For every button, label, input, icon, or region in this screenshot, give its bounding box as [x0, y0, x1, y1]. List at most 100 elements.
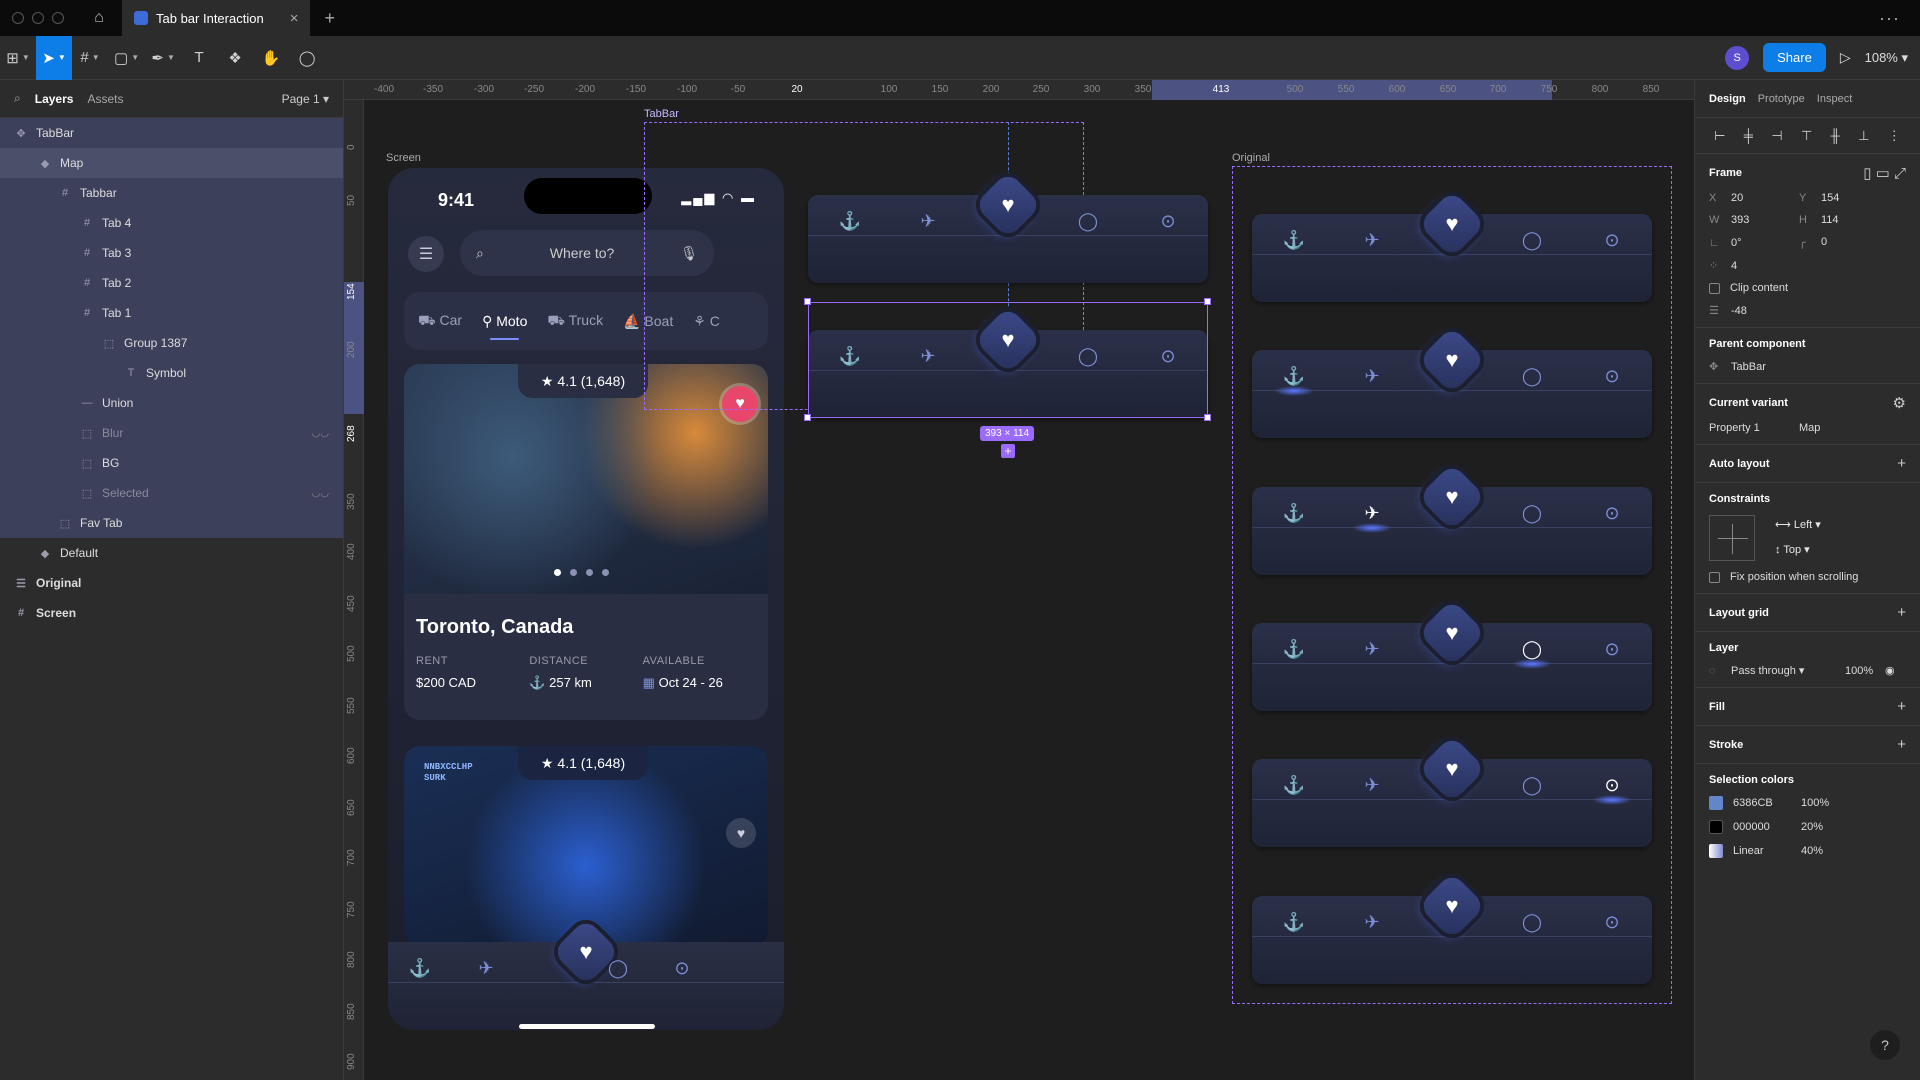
search-icon[interactable]: ⌕ [14, 91, 21, 106]
align-bottom-icon[interactable]: ⊥ [1858, 128, 1869, 144]
color-swatch[interactable] [1709, 796, 1723, 810]
radius-field[interactable]: ╭ 0 [1799, 236, 1889, 249]
layer-row[interactable]: ⬚ Fav Tab [0, 508, 343, 538]
category-moto[interactable]: ⚲ Moto [482, 313, 527, 340]
add-variant-button[interactable]: + [1001, 444, 1015, 458]
chat-bubble-icon[interactable]: ◯ [1518, 773, 1546, 797]
tabbar-component-label[interactable]: TabBar [644, 108, 679, 120]
color-row[interactable]: 6386CB 100% [1709, 796, 1906, 810]
align-left-icon[interactable]: ⊢ [1714, 128, 1725, 144]
color-swatch[interactable] [1709, 820, 1723, 834]
page-selector[interactable]: Page 1 ▾ [282, 92, 329, 106]
new-tab-button[interactable]: + [324, 8, 335, 29]
components-icon[interactable]: ❖ [217, 36, 253, 80]
airplane-icon[interactable]: ✈ [472, 956, 500, 980]
shape-tool-icon[interactable]: ▢ ▼ [108, 36, 145, 80]
color-swatch[interactable] [1709, 844, 1723, 858]
chat-bubble-icon[interactable]: ◯ [1512, 637, 1552, 669]
tab-prototype[interactable]: Prototype [1758, 93, 1805, 105]
more-dots-icon[interactable]: ⊙ [668, 956, 696, 980]
tabbar-original-3[interactable]: ⚓ ✈ ♥ ◯ ⊙ [1252, 463, 1652, 575]
add-stroke-icon[interactable]: + [1897, 736, 1906, 753]
layer-row[interactable]: — Union [0, 388, 343, 418]
tab-layers[interactable]: Layers [35, 92, 74, 106]
help-button[interactable]: ? [1870, 1030, 1900, 1060]
tabbar-original-6[interactable]: ⚓ ✈ ♥ ◯ ⊙ [1252, 872, 1652, 984]
align-right-icon[interactable]: ⊣ [1771, 128, 1782, 144]
map-pin-icon[interactable]: ⚓ [1280, 637, 1308, 661]
x-field[interactable]: X 20 [1709, 192, 1799, 204]
resize-handle[interactable] [1204, 298, 1211, 305]
move-tool-icon[interactable]: ➤ ▼ [36, 35, 72, 80]
horizontal-constraint[interactable]: ⟷ Left ▾ [1775, 518, 1821, 531]
spacing-value[interactable]: 4 [1731, 260, 1737, 272]
clip-content-row[interactable]: Clip content [1709, 282, 1906, 294]
heart-icon[interactable]: ♥ [1438, 755, 1466, 783]
heart-icon[interactable]: ♥ [572, 938, 600, 966]
minimize-window-button[interactable] [32, 12, 44, 24]
more-dots-icon[interactable]: ⊙ [1598, 501, 1626, 525]
heart-icon[interactable]: ♥ [1438, 483, 1466, 511]
y-field[interactable]: Y 154 [1799, 192, 1889, 204]
layer-row[interactable]: # Tab 3 [0, 238, 343, 268]
map-pin-icon[interactable]: ⚓ [1280, 501, 1308, 525]
map-pin-icon[interactable]: ⚓ [836, 209, 864, 233]
visibility-eye-icon[interactable]: ◉ [1885, 664, 1895, 677]
comment-tool-icon[interactable]: ◯ [289, 36, 325, 80]
clip-content-checkbox[interactable] [1709, 282, 1720, 294]
more-dots-icon[interactable]: ⊙ [1598, 637, 1626, 661]
layer-row[interactable]: ⬚ Selected ◡◡ [0, 478, 343, 508]
tabbar-original-5[interactable]: ⚓ ✈ ♥ ◯ ⊙ [1252, 735, 1652, 847]
map-pin-icon[interactable]: ⚓ [1280, 228, 1308, 252]
hidden-eye-icon[interactable]: ◡◡ [312, 488, 329, 499]
chat-bubble-icon[interactable]: ◯ [1518, 910, 1546, 934]
original-frame-label[interactable]: Original [1232, 152, 1270, 164]
pen-tool-icon[interactable]: ✒ ▼ [145, 36, 181, 80]
layer-row[interactable]: ☰ Original [0, 568, 343, 598]
heart-icon[interactable]: ♥ [994, 191, 1022, 219]
color-row[interactable]: Linear 40% [1709, 844, 1906, 858]
chat-bubble-icon[interactable]: ◯ [1074, 209, 1102, 233]
blend-mode-dropdown[interactable]: Pass through ▾ [1731, 664, 1845, 677]
layer-row[interactable]: ◆ Map [0, 148, 343, 178]
airplane-icon[interactable]: ✈ [1358, 228, 1386, 252]
selection-box[interactable] [808, 302, 1208, 418]
add-auto-layout-icon[interactable]: + [1897, 455, 1906, 472]
distribute-icon[interactable]: ⋮ [1888, 128, 1901, 144]
tabbar-original-4[interactable]: ⚓ ✈ ♥ ◯ ⊙ [1252, 599, 1652, 711]
layer-row[interactable]: ⬚ BG [0, 448, 343, 478]
airplane-icon[interactable]: ✈ [1358, 364, 1386, 388]
resize-handle[interactable] [1204, 414, 1211, 421]
map-pin-icon[interactable]: ⚓ [1274, 364, 1314, 396]
add-fill-icon[interactable]: + [1897, 698, 1906, 715]
frame-section-title[interactable]: Frame ▯ ▭ ⤢ [1709, 164, 1906, 182]
constraint-widget[interactable] [1709, 515, 1755, 561]
category-truck[interactable]: ⛟ Truck [547, 312, 603, 331]
variant-value[interactable]: Map [1799, 422, 1820, 434]
share-button[interactable]: Share [1763, 43, 1826, 72]
airplane-icon[interactable]: ✈ [1358, 637, 1386, 661]
menu-icon[interactable]: ☰ [408, 236, 444, 272]
more-dots-icon[interactable]: ⊙ [1598, 364, 1626, 388]
map-pin-icon[interactable]: ⚓ [406, 956, 434, 980]
zoom-window-button[interactable] [52, 12, 64, 24]
close-window-button[interactable] [12, 12, 24, 24]
frame-size-icons[interactable]: ▯ ▭ ⤢ [1863, 164, 1906, 182]
layer-row[interactable]: ⬚ Blur ◡◡ [0, 418, 343, 448]
more-menu-icon[interactable]: ··· [1879, 8, 1900, 29]
layer-row[interactable]: ⬚ Group 1387 [0, 328, 343, 358]
frame-tool-icon[interactable]: # ▼ [72, 36, 108, 80]
fix-position-row[interactable]: Fix position when scrolling [1709, 571, 1906, 583]
layer-row[interactable]: # Tab 4 [0, 208, 343, 238]
layer-row[interactable]: ✥ TabBar [0, 118, 343, 148]
opacity-value[interactable]: 100% [1845, 665, 1885, 677]
w-field[interactable]: W 393 [1709, 214, 1799, 226]
layer-row[interactable]: # Tabbar [0, 178, 343, 208]
carousel-dot[interactable] [586, 569, 593, 576]
file-tab[interactable]: Tab bar Interaction × [122, 0, 311, 36]
avatar[interactable]: S [1725, 45, 1750, 70]
gap-value[interactable]: -48 [1731, 305, 1747, 317]
tabbar-variant-default[interactable]: ⚓ ✈ ♥ ◯ ⊙ [808, 171, 1208, 283]
home-icon[interactable]: ⌂ [82, 0, 116, 36]
parent-component-row[interactable]: ✥ TabBar [1709, 360, 1906, 374]
